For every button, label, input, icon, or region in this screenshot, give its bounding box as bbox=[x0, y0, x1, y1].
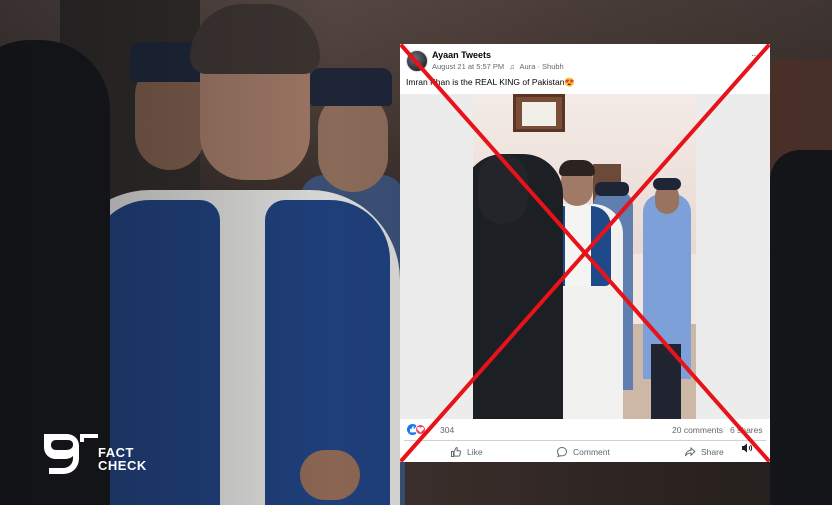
shares-count[interactable]: 6 shares bbox=[730, 425, 763, 435]
share-arrow-icon bbox=[684, 446, 696, 458]
facebook-post: Ayaan Tweets August 21 at 5:57 PM ♫ Aura… bbox=[400, 44, 770, 462]
love-reaction-icon bbox=[415, 424, 426, 435]
reaction-count[interactable]: 304 bbox=[440, 425, 454, 435]
avatar[interactable] bbox=[406, 50, 428, 72]
post-media[interactable] bbox=[400, 94, 770, 453]
fact-check-logo: FACT CHECK bbox=[40, 430, 155, 478]
post-author[interactable]: Ayaan Tweets bbox=[432, 50, 491, 60]
video-player[interactable] bbox=[473, 94, 696, 419]
logo-line-2: CHECK bbox=[98, 458, 147, 473]
comment-button[interactable]: Comment bbox=[556, 444, 610, 460]
nine-numeral-icon bbox=[44, 434, 98, 474]
share-button[interactable]: Share bbox=[684, 444, 724, 460]
post-header: Ayaan Tweets August 21 at 5:57 PM ♫ Aura… bbox=[400, 44, 770, 74]
post-actions: Like Comment Share bbox=[404, 440, 766, 460]
speech-bubble-icon bbox=[556, 446, 568, 458]
like-button[interactable]: Like bbox=[450, 444, 483, 460]
post-date[interactable]: August 21 at 5:57 PM bbox=[432, 62, 504, 71]
thumbs-up-icon bbox=[450, 446, 462, 458]
share-label: Share bbox=[701, 447, 724, 457]
music-note-icon: ♫ bbox=[509, 62, 515, 71]
post-meta: August 21 at 5:57 PM ♫ Aura · Shubh bbox=[432, 62, 567, 71]
post-stats: 304 20 comments 6 shares bbox=[400, 421, 770, 439]
post-audio[interactable]: Aura · Shubh bbox=[520, 62, 564, 71]
comments-count[interactable]: 20 comments bbox=[672, 425, 723, 435]
more-options-button[interactable]: ··· bbox=[751, 50, 759, 61]
post-caption: Imran Khan is the REAL KING of Pakistan😍 bbox=[406, 77, 576, 87]
like-label: Like bbox=[467, 447, 483, 457]
comment-label: Comment bbox=[573, 447, 610, 457]
